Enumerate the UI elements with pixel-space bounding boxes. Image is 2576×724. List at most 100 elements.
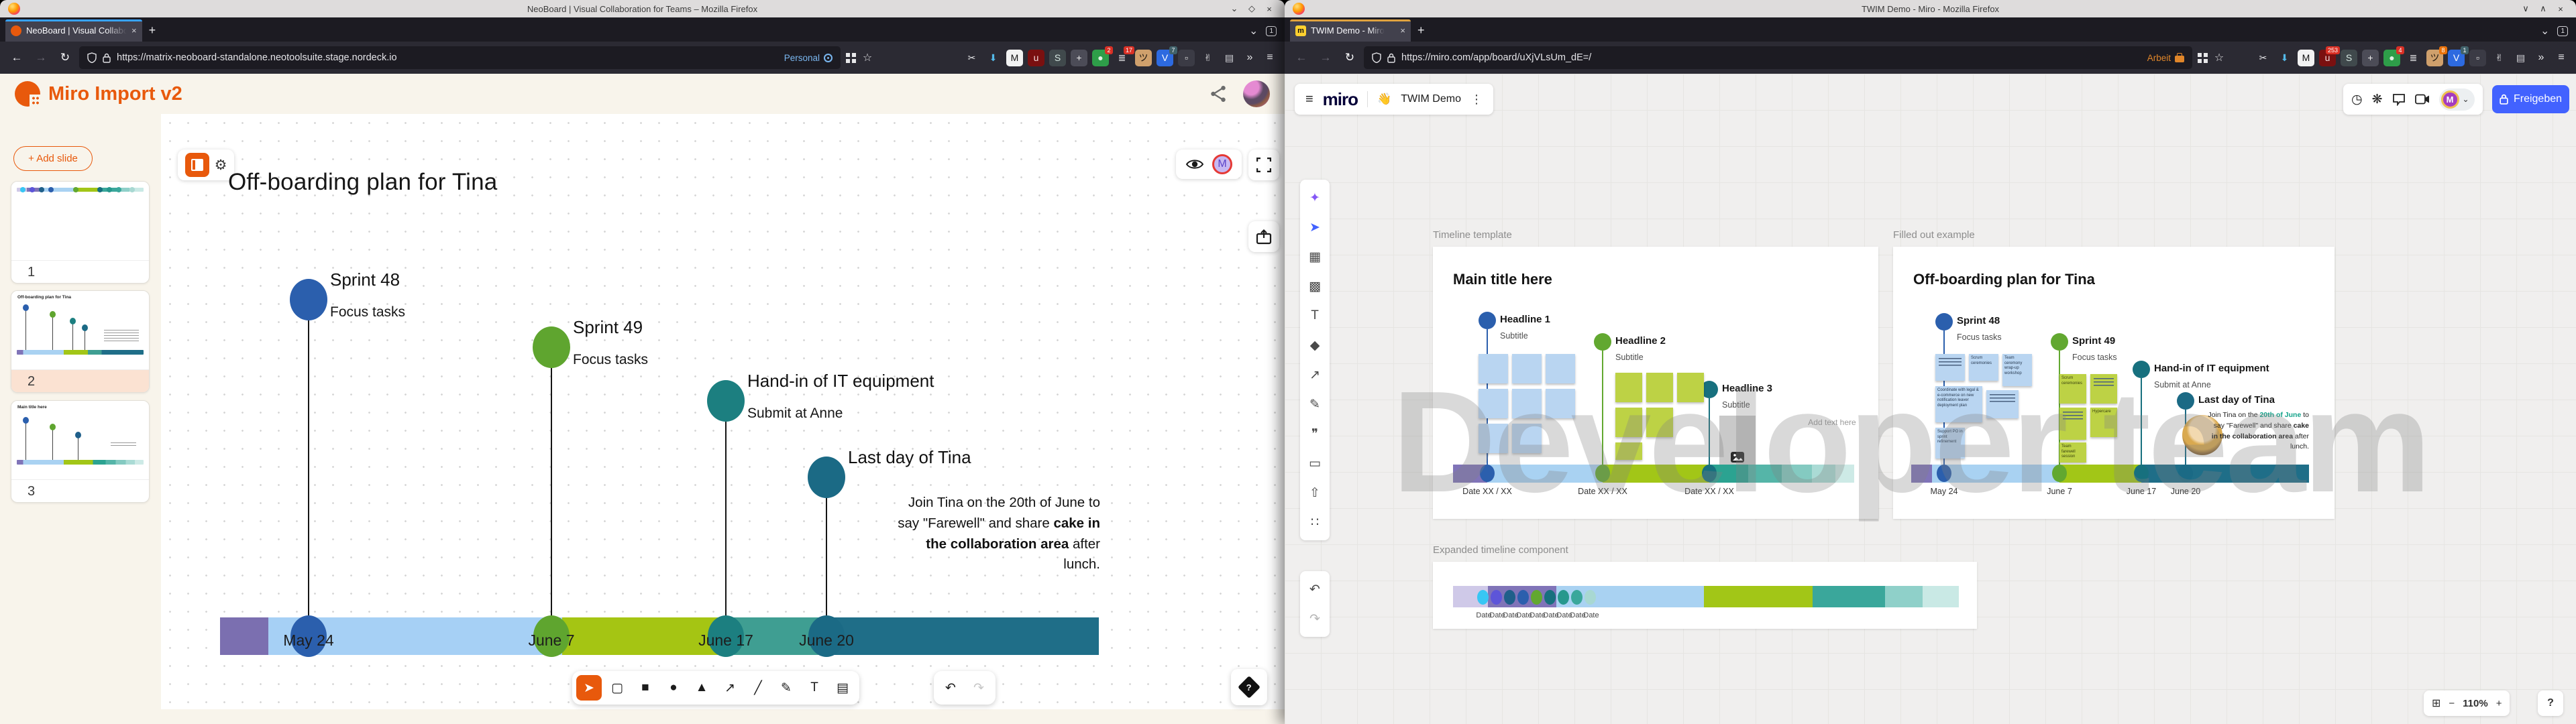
text-tool[interactable]: T [802, 675, 827, 701]
minimize-button[interactable]: ⌄ [1226, 3, 1243, 14]
tampermonkey-icon[interactable]: ツ [1135, 50, 1152, 66]
ellipse-tool[interactable]: ● [661, 675, 686, 701]
add-slide-button[interactable]: + Add slide [13, 146, 93, 171]
sticky-note[interactable]: Scrum ceremonies [2059, 374, 2086, 404]
new-tab-button[interactable]: + [149, 23, 156, 38]
zoom-in-button[interactable]: + [2496, 698, 2502, 709]
overflow-chevrons-icon[interactable]: » [1242, 52, 1258, 64]
sticky-note[interactable] [1615, 442, 1642, 460]
close-button[interactable]: × [1260, 4, 1278, 14]
sticky-note[interactable] [1479, 354, 1508, 383]
timeline-dot[interactable] [2178, 465, 2193, 482]
miro-board[interactable]: Developer team ≡ miro 👋 TWIM Demo ⋮ ◷ ❋ … [1285, 74, 2576, 724]
url-bar[interactable]: https://miro.com/app/board/uXjVLsUm_dE=/… [1364, 46, 2192, 69]
ai-assist-icon[interactable]: ✦ [1303, 183, 1327, 213]
back-button[interactable]: ← [7, 51, 27, 64]
tab-counter-icon[interactable]: 1 [1266, 26, 1277, 36]
frames-panel-icon[interactable]: ⊞ [2432, 697, 2440, 710]
timeline-dot[interactable] [1595, 465, 1610, 482]
main-menu-icon[interactable]: ≡ [1305, 92, 1313, 107]
timeline-dot[interactable] [1937, 465, 1951, 482]
pen-icon[interactable]: ✎ [1303, 389, 1327, 419]
window-titlebar[interactable]: NeoBoard | Visual Collaboration for Team… [0, 0, 1285, 17]
stylus-extension-icon[interactable]: S [2341, 50, 2357, 66]
bookmark-star-icon[interactable]: ☆ [2211, 51, 2227, 64]
help-button[interactable]: ? [2538, 690, 2563, 716]
lock-icon[interactable] [1387, 53, 1395, 63]
timeline-dot[interactable] [1702, 465, 1717, 482]
line-tool[interactable]: ╱ [745, 675, 771, 701]
frame-title[interactable]: Off-boarding plan for Tina [1913, 271, 2095, 288]
maximize-button[interactable]: ◇ [1243, 3, 1260, 14]
window-titlebar[interactable]: TWIM Demo - Miro - Mozilla Firefox ∨ ∧ × [1285, 0, 2576, 17]
timeline-dot[interactable] [2052, 465, 2067, 482]
m-circle-extension-icon[interactable]: M [2298, 50, 2314, 66]
celebrate-icon[interactable]: ❋ [2372, 92, 2383, 107]
back-button[interactable]: ← [1291, 51, 1311, 64]
slide-3-card[interactable]: Main title here 3 [11, 400, 150, 503]
document-extension-icon[interactable]: ▤ [2512, 50, 2529, 66]
privacy-extension-icon[interactable]: ●2 [1092, 50, 1109, 66]
video-chat-icon[interactable] [2415, 94, 2430, 105]
columns-extension-icon[interactable]: ≣ [2405, 50, 2422, 66]
sticky-note[interactable] [1935, 354, 1965, 381]
eye-icon[interactable] [1185, 158, 1204, 171]
sticky-note[interactable] [1546, 354, 1575, 383]
frame-filled-out-example[interactable]: Off-boarding plan for Tina Sprint 48 Foc… [1893, 247, 2334, 519]
milestone-dot[interactable] [707, 380, 745, 422]
blocks-extension-icon[interactable]: + [2362, 50, 2379, 66]
rect-tool[interactable]: ■ [633, 675, 658, 701]
slide-2-card[interactable]: Off-boarding plan for Tina 2 [11, 290, 150, 393]
undo-button[interactable]: ↶ [938, 675, 963, 701]
comment-icon[interactable]: ❞ [1303, 419, 1327, 448]
comments-icon[interactable] [2392, 93, 2406, 106]
frame-expanded-timeline[interactable]: Date Date Date Date Date [1433, 562, 1977, 629]
sticky-note-icon[interactable]: ▩ [1303, 272, 1327, 301]
tab-close-icon[interactable]: × [1400, 25, 1405, 36]
export-button[interactable] [1248, 221, 1279, 252]
whiteboard-canvas[interactable]: ⚙ Off-boarding plan for Tina Sprint 48 F… [161, 114, 1285, 709]
hand-extension-icon[interactable]: ✌ [1199, 50, 1216, 66]
user-avatar-menu[interactable]: M ⌄ [2439, 88, 2475, 111]
app-menu-icon[interactable]: ≡ [1262, 52, 1278, 64]
ublock-shield-icon[interactable]: u253 [2319, 50, 2336, 66]
firefox-view-icon[interactable] [846, 53, 850, 57]
select-tool[interactable]: ➤ [1303, 213, 1327, 242]
shield-icon[interactable] [1372, 52, 1381, 63]
sticky-note[interactable]: Support PO in sprint refinement [1935, 428, 1965, 459]
frame-label[interactable]: Filled out example [1893, 229, 1975, 241]
redo-button[interactable]: ↷ [966, 675, 991, 701]
app-menu-icon[interactable]: ≡ [2553, 52, 2569, 64]
timer-icon[interactable]: ◷ [2351, 92, 2363, 107]
timeline-dot[interactable] [1480, 465, 1495, 482]
board-options-icon[interactable]: ⋮ [1470, 93, 1483, 107]
sticky-note[interactable]: Coordinate with legal & e-commerce on ne… [1935, 386, 1982, 422]
canvas-title[interactable]: Off-boarding plan for Tina [228, 169, 497, 196]
vue-devtools-icon[interactable]: V1 [2448, 50, 2465, 66]
sticky-note[interactable] [1677, 373, 1704, 402]
milestone-dot[interactable] [1594, 333, 1611, 351]
sticky-note[interactable] [1512, 354, 1542, 383]
fullscreen-button[interactable] [1248, 149, 1279, 180]
list-tabs-chevron-icon[interactable]: ⌄ [2540, 24, 2549, 38]
zoom-level[interactable]: 110% [2463, 698, 2488, 709]
connector-icon[interactable]: ↗ [1303, 360, 1327, 389]
shield-icon[interactable] [87, 52, 97, 63]
arrow-tool[interactable]: ↗ [717, 675, 743, 701]
triangle-tool[interactable]: ▲ [689, 675, 714, 701]
tab-close-icon[interactable]: × [131, 25, 137, 36]
sticky-note[interactable] [1512, 424, 1542, 453]
milestone-dot[interactable] [2051, 333, 2068, 351]
milestone-dot[interactable] [290, 279, 327, 320]
sticky-note[interactable] [1646, 408, 1673, 437]
sticky-note[interactable]: Scrum ceremonies [1969, 354, 1998, 381]
screenshot-extension-icon[interactable]: ✂ [2255, 50, 2271, 66]
slide-1-card[interactable]: 1 [11, 181, 150, 284]
forward-button[interactable]: → [1316, 51, 1336, 64]
browser-tab-neoboard[interactable]: NeoBoard | Visual Collabo × [5, 19, 142, 42]
sticky-note[interactable]: Hypercare [2090, 408, 2117, 437]
zoom-out-button[interactable]: − [2449, 698, 2455, 709]
select-tool[interactable]: ➤ [576, 675, 602, 701]
shapes-icon[interactable]: ◆ [1303, 330, 1327, 360]
tampermonkey-icon[interactable]: ツ8 [2426, 50, 2443, 66]
